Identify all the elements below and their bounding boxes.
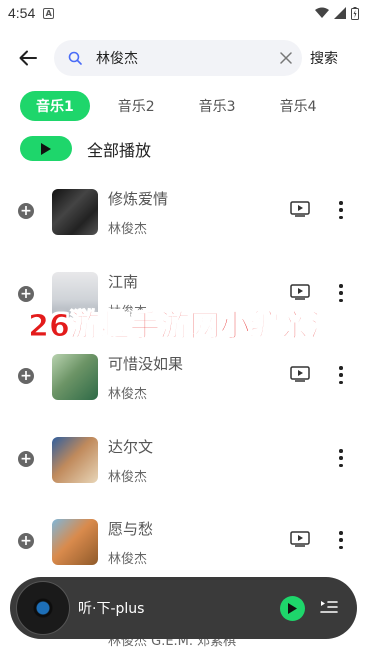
status-bar: 4:54 A <box>0 0 367 26</box>
more-icon[interactable] <box>334 366 348 384</box>
mv-icon[interactable] <box>290 201 310 217</box>
tab-music-2[interactable]: 音乐2 <box>102 91 171 121</box>
vinyl-disc-icon[interactable] <box>16 581 70 635</box>
play-all-label: 全部播放 <box>87 140 152 160</box>
status-time: 4:54 <box>8 5 36 21</box>
back-button[interactable] <box>8 38 48 78</box>
more-icon[interactable] <box>334 449 348 467</box>
song-title: 修炼爱情 <box>108 190 169 208</box>
notification-a-icon: A <box>43 7 55 19</box>
song-row[interactable]: + 愿与愁 林俊杰 <box>0 512 367 572</box>
play-icon <box>41 142 51 155</box>
album-cover <box>52 437 98 483</box>
album-cover <box>52 519 98 565</box>
song-row[interactable]: + 修炼爱情 林俊杰 <box>0 182 367 242</box>
play-all-button[interactable] <box>20 136 72 161</box>
album-cover <box>52 354 98 400</box>
back-arrow-icon <box>19 50 37 66</box>
album-cover <box>52 272 98 318</box>
battery-icon <box>351 6 359 20</box>
add-icon[interactable]: + <box>18 533 34 549</box>
song-title: 可惜没如果 <box>108 355 184 373</box>
song-title: 愿与愁 <box>108 520 154 538</box>
add-icon[interactable]: + <box>18 368 34 384</box>
song-artist: 林俊杰 <box>108 222 148 237</box>
more-icon[interactable] <box>334 531 348 549</box>
add-icon[interactable]: + <box>18 203 34 219</box>
more-icon[interactable] <box>334 284 348 302</box>
tab-music-1[interactable]: 音乐1 <box>20 91 90 121</box>
mv-icon[interactable] <box>290 284 310 300</box>
search-button[interactable]: 搜索 <box>310 48 338 68</box>
player-play-button[interactable] <box>280 596 305 621</box>
play-icon <box>288 603 297 614</box>
song-row[interactable]: + 可惜没如果 林俊杰 <box>0 347 367 407</box>
signal-icon <box>334 7 346 19</box>
song-title: 达尔文 <box>108 438 154 456</box>
song-artist: 林俊杰 <box>108 552 148 567</box>
clear-icon[interactable] <box>280 52 292 64</box>
mini-player[interactable]: 听·下-plus <box>10 577 357 639</box>
search-box[interactable]: 林俊杰 <box>54 40 302 76</box>
add-icon[interactable]: + <box>18 451 34 467</box>
song-title: 江南 <box>108 273 139 291</box>
song-artist: 林俊杰 <box>108 387 148 402</box>
wifi-icon <box>315 7 329 18</box>
mv-icon[interactable] <box>290 366 310 382</box>
album-cover <box>52 189 98 235</box>
tab-music-3[interactable]: 音乐3 <box>183 91 252 121</box>
add-icon[interactable]: + <box>18 286 34 302</box>
song-artist: 林俊杰 <box>108 470 148 485</box>
more-icon[interactable] <box>334 201 348 219</box>
search-input[interactable]: 林俊杰 <box>96 48 280 68</box>
song-artist: 林俊杰 <box>108 305 148 320</box>
play-all-row[interactable]: 全部播放 <box>20 136 151 161</box>
song-row[interactable]: + 江南 林俊杰 <box>0 265 367 325</box>
player-title: 听·下-plus <box>78 601 145 617</box>
mv-icon[interactable] <box>290 531 310 547</box>
tab-music-4[interactable]: 音乐4 <box>264 91 333 121</box>
search-icon <box>68 51 82 65</box>
song-row[interactable]: + 达尔文 林俊杰 <box>0 430 367 490</box>
music-tabs: 音乐1 音乐2 音乐3 音乐4 <box>20 91 345 121</box>
status-icons <box>315 6 359 20</box>
playlist-icon[interactable] <box>320 599 338 615</box>
search-row: 林俊杰 搜索 <box>0 38 367 78</box>
